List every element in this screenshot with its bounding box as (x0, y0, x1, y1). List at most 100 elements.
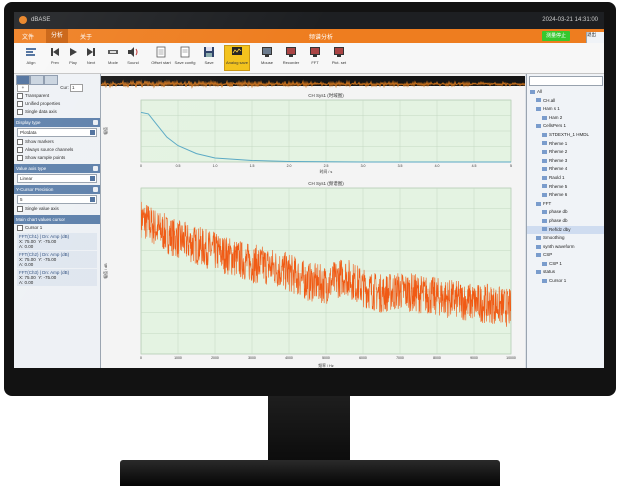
x-tick-label: 3.5 (398, 164, 403, 168)
tree-node[interactable]: Raold 1 (527, 174, 604, 183)
cursor-add-button[interactable]: + (17, 84, 29, 92)
checkbox[interactable] (17, 146, 23, 153)
folder-icon (542, 132, 547, 137)
tree-node-label: CellsPers 1 (543, 123, 567, 129)
toolbar-button-pict-set[interactable]: Pict. set (328, 46, 350, 70)
toolbar-button-next[interactable]: Next (80, 46, 102, 70)
check-unified[interactable]: Unified properties (14, 100, 100, 108)
toolbar-button-mode[interactable]: Mode (102, 46, 124, 70)
collapse-icon[interactable] (93, 120, 98, 125)
check-source-channels[interactable]: Always source channels (14, 146, 100, 154)
tree-node-label: synth waveform (543, 243, 575, 249)
checkbox[interactable] (17, 108, 23, 115)
chart-area: CH Sys1 (时域图) 0 0.5 1.0 1.5 2.0 2.5 3.0 3.5 4.0 4.… (100, 74, 526, 368)
checkbox[interactable] (17, 92, 23, 99)
tree-node[interactable]: Cursor 1 (527, 277, 604, 286)
tree-node[interactable]: STDEXTH_1 HMDL (527, 131, 604, 140)
tree-node[interactable]: Ham s 1 (527, 105, 604, 114)
display-type-select[interactable]: Plotdata (17, 128, 97, 137)
tree-node[interactable]: Smoothing (527, 234, 604, 243)
tree-node[interactable]: Rheme 1 (527, 140, 604, 149)
checkbox[interactable] (17, 205, 23, 212)
align-icon (26, 48, 36, 56)
menu-item-analysis[interactable]: 分析 (46, 29, 69, 43)
overview-waveform[interactable] (100, 76, 526, 89)
toolbar-button-offset-start[interactable]: Offset start (150, 46, 172, 70)
check-label: Show sample points (25, 155, 66, 160)
tree-node[interactable]: Rheme 6 (527, 191, 604, 200)
tree-node[interactable]: Rheme 2 (527, 148, 604, 157)
tree-node[interactable]: Ref/dz dby (527, 225, 604, 235)
checkbox[interactable] (17, 100, 23, 107)
toolbar-button-mouse[interactable]: Mouse (256, 46, 278, 70)
checkbox[interactable] (17, 154, 23, 161)
tree-node[interactable]: FFT (527, 200, 604, 209)
chart-icon (232, 47, 242, 55)
section-value-axis[interactable]: Value axis type (14, 164, 100, 173)
check-single-axis[interactable]: Single data axis (14, 108, 100, 116)
section-title: Value axis type (16, 166, 47, 171)
tree-node-label: Rheme 3 (549, 157, 568, 163)
status-button[interactable]: 测量停止 (542, 31, 571, 41)
toolbar-label: Analog save (225, 60, 248, 65)
toolbar-button-fft[interactable]: FFT (304, 46, 326, 70)
tree-node[interactable]: Rheme 4 (527, 165, 604, 174)
tree-node[interactable]: phase db (527, 208, 604, 217)
check-single-value-axis[interactable]: Single value axis (14, 205, 100, 213)
toolbar-button-analog-save[interactable]: Analog save (224, 45, 250, 71)
section-display-type[interactable]: Display type (14, 118, 100, 127)
tree-node[interactable]: CSP 1 (527, 260, 604, 269)
tree-node[interactable]: Rheme 3 (527, 157, 604, 166)
x-tick-label: 4.0 (435, 164, 440, 168)
tree-search-input[interactable] (529, 76, 603, 86)
x-tick-label: 10000 (506, 356, 516, 360)
check-sample-points[interactable]: Show sample points (14, 154, 100, 162)
check-show-markers[interactable]: Show markers (14, 138, 100, 146)
checkbox[interactable] (17, 224, 23, 231)
toolbar-button-save[interactable]: Save (198, 46, 220, 70)
tree-node[interactable]: CH.all (527, 97, 604, 106)
check-label: Single data axis (25, 109, 57, 114)
tree-node[interactable]: Ham 2 (527, 114, 604, 123)
cursor-readout: FFT(Ch3) | Dn: Amp (dB) X: 75.00 Y: -75.… (17, 269, 97, 286)
clock: 2024-03-21 14:31:00 (542, 17, 598, 23)
title-bar: dBASE 2024-03-21 14:31:00 (14, 12, 604, 29)
tree-node[interactable]: status (527, 268, 604, 277)
x-tick-label: 3000 (248, 356, 256, 360)
tree-node-label: STDEXTH_1 HMDL (549, 131, 590, 137)
collapse-icon[interactable] (93, 187, 98, 192)
section-y-cursor[interactable]: Y-Cursor Precision (14, 185, 100, 194)
folder-icon (536, 124, 541, 129)
spectrum-chart[interactable]: CH Sys1 (频谱图) 0 1000 2000 3000 4000 5000 6000 70… (101, 178, 525, 368)
time-domain-chart[interactable]: CH Sys1 (时域图) 0 0.5 1.0 1.5 2.0 2.5 3.0 3.5 4.0 4.… (101, 90, 525, 174)
y-cursor-select[interactable]: 5 (17, 195, 97, 204)
menu-item-file[interactable]: 文件 (22, 32, 34, 41)
toolbar-button-sound[interactable]: Sound (122, 46, 144, 70)
check-label: Single value axis (25, 206, 59, 211)
toolbar-label: Save config (174, 60, 196, 65)
cursor-input[interactable]: 1 (70, 84, 84, 92)
section-title: Display type (16, 120, 41, 125)
toolbar-button-recorder[interactable]: Recorder (280, 46, 302, 70)
tree-node[interactable]: phase db (527, 217, 604, 226)
page-icon (156, 46, 166, 58)
check-transparent[interactable]: Transparent (14, 92, 100, 100)
section-cursor-values[interactable]: Main chart values cursor (14, 215, 100, 224)
tree-node[interactable]: All (527, 88, 604, 97)
toolbar-button-align[interactable]: Align (20, 46, 42, 70)
next-icon (87, 48, 95, 56)
tree-node[interactable]: CellsPers 1 (527, 122, 604, 131)
menu-item-about[interactable]: 关于 (80, 32, 92, 41)
right-panel: All CH.all Ham s 1 Ham 2 CellsPers 1 STDEXTH_… (526, 74, 604, 368)
value-axis-select[interactable]: Linear (17, 174, 97, 183)
folder-icon (542, 192, 547, 197)
collapse-icon[interactable] (93, 166, 98, 171)
cursor-sub-label: Cursor 1 (25, 225, 43, 230)
toolbar-button-save-config[interactable]: Save config (174, 46, 196, 70)
checkbox[interactable] (17, 138, 23, 145)
tree-node[interactable]: Rheme 5 (527, 183, 604, 192)
overview-waveform-trace (100, 79, 526, 89)
tree-node[interactable]: synth waveform (527, 243, 604, 252)
tree-node[interactable]: CSP (527, 251, 604, 260)
monitor-icon (310, 47, 320, 57)
